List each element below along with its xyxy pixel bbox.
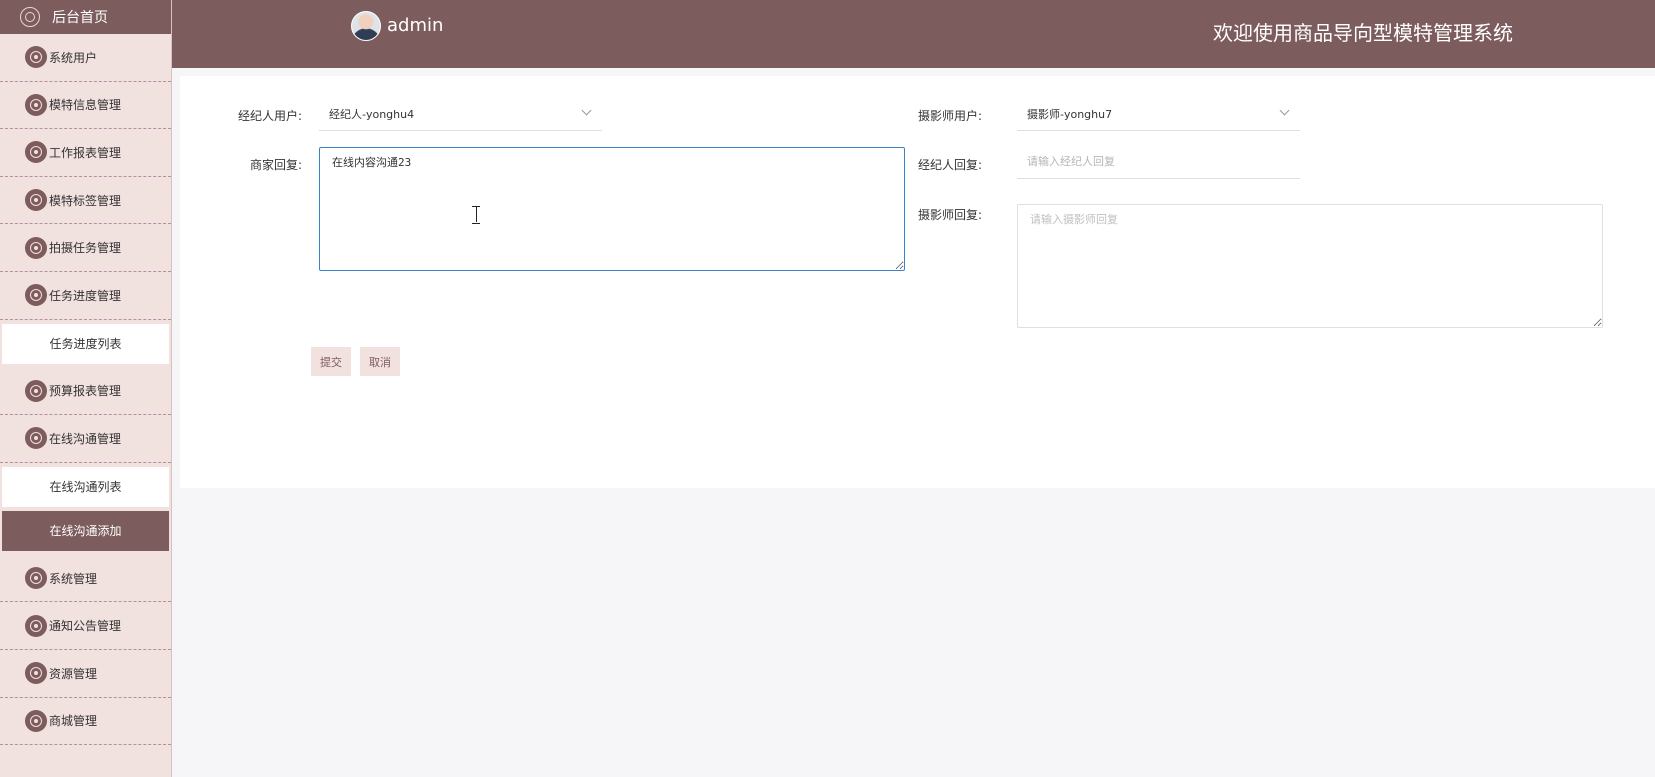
chevron-down-icon <box>1279 105 1290 116</box>
sidebar-menu: 系统用户模特信息管理 工作报表管理 模特标签管理 拍摄任务管理 任务进度管理任务进度列表… <box>0 34 171 746</box>
flower-icon <box>25 662 47 685</box>
flower-icon <box>25 189 47 212</box>
home-icon <box>20 7 40 27</box>
sidebar-item-label: 拍摄任务管理 <box>49 241 122 256</box>
sidebar-item[interactable]: 系统用户 <box>0 34 171 82</box>
text-cursor-icon <box>472 206 480 224</box>
sidebar-item[interactable]: 模特信息管理 <box>0 82 171 130</box>
site-title: 欢迎使用商品导向型模特管理系统 <box>1213 21 1513 45</box>
sidebar-item-label: 工作报表管理 <box>49 145 122 160</box>
sidebar-subitem[interactable]: 任务进度列表 <box>2 323 169 364</box>
flower-icon <box>25 567 47 590</box>
cancel-button[interactable]: 取消 <box>360 347 400 376</box>
username[interactable]: admin <box>387 15 443 36</box>
sidebar-item-label: 在线沟通管理 <box>49 431 122 446</box>
flower-icon <box>25 284 47 307</box>
sidebar-home-label: 后台首页 <box>52 10 108 26</box>
sidebar-item-label: 商城管理 <box>49 714 98 729</box>
sidebar-subitem[interactable]: 在线沟通列表 <box>2 466 169 507</box>
sidebar-item[interactable]: 资源管理 <box>0 650 171 698</box>
agent-reply-input[interactable] <box>1017 145 1300 179</box>
flower-icon <box>25 379 47 402</box>
merchant-reply-textarea[interactable] <box>319 147 905 271</box>
sidebar-home[interactable]: 后台首页 <box>0 0 171 34</box>
submit-button[interactable]: 提交 <box>311 347 351 376</box>
merchant-reply-label: 商家回复: <box>249 158 302 172</box>
sidebar-item[interactable]: 工作报表管理 <box>0 129 171 177</box>
flower-icon <box>25 141 47 164</box>
sidebar-item[interactable]: 系统管理 <box>0 555 171 603</box>
agent-user-select[interactable]: 经纪人-yonghu4 <box>319 97 602 131</box>
sidebar-item[interactable]: 商城管理 <box>0 698 171 746</box>
form-card: 经纪人用户: 经纪人-yonghu4 摄影师用户: 摄影师-yonghu7 商家… <box>180 76 1655 488</box>
sidebar-item[interactable]: 模特标签管理 <box>0 177 171 225</box>
photographer-reply-textarea[interactable] <box>1017 204 1603 328</box>
avatar[interactable] <box>351 11 381 41</box>
sidebar-item-label: 模特标签管理 <box>49 193 122 208</box>
sidebar-item-label: 系统用户 <box>49 50 98 65</box>
flower-icon <box>25 427 47 450</box>
chevron-down-icon <box>581 105 592 116</box>
agent-reply-label: 经纪人回复: <box>917 158 982 172</box>
flower-icon <box>25 709 47 732</box>
sidebar-item[interactable]: 通知公告管理 <box>0 602 171 650</box>
flower-icon <box>25 93 47 116</box>
sidebar-item-label: 系统管理 <box>49 571 98 586</box>
top-header: admin 欢迎使用商品导向型模特管理系统 <box>172 0 1655 68</box>
sidebar-item[interactable]: 在线沟通管理 <box>0 415 171 463</box>
agent-user-value: 经纪人-yonghu4 <box>329 107 415 121</box>
agent-user-label: 经纪人用户: <box>237 109 302 123</box>
sidebar-item-label: 预算报表管理 <box>49 384 122 399</box>
photographer-user-value: 摄影师-yonghu7 <box>1027 107 1113 121</box>
flower-icon <box>25 46 47 69</box>
sidebar-item-label: 资源管理 <box>49 666 98 681</box>
sidebar: 后台首页 系统用户模特信息管理 工作报表管理 模特标签管理 拍摄任务管理 任务进度管理任… <box>0 0 172 777</box>
photographer-user-label: 摄影师用户: <box>917 109 982 123</box>
sidebar-item[interactable]: 预算报表管理 <box>0 368 171 416</box>
flower-icon <box>25 614 47 637</box>
flower-icon <box>25 236 47 259</box>
sidebar-item-label: 模特信息管理 <box>49 98 122 113</box>
photographer-reply-label: 摄影师回复: <box>917 208 982 222</box>
sidebar-item-label: 任务进度管理 <box>49 288 122 303</box>
photographer-user-select[interactable]: 摄影师-yonghu7 <box>1017 97 1300 131</box>
sidebar-item[interactable]: 任务进度管理 <box>0 272 171 320</box>
sidebar-item[interactable]: 拍摄任务管理 <box>0 224 171 272</box>
sidebar-item-label: 通知公告管理 <box>49 619 122 634</box>
sidebar-subitem[interactable]: 在线沟通添加 <box>2 510 169 551</box>
